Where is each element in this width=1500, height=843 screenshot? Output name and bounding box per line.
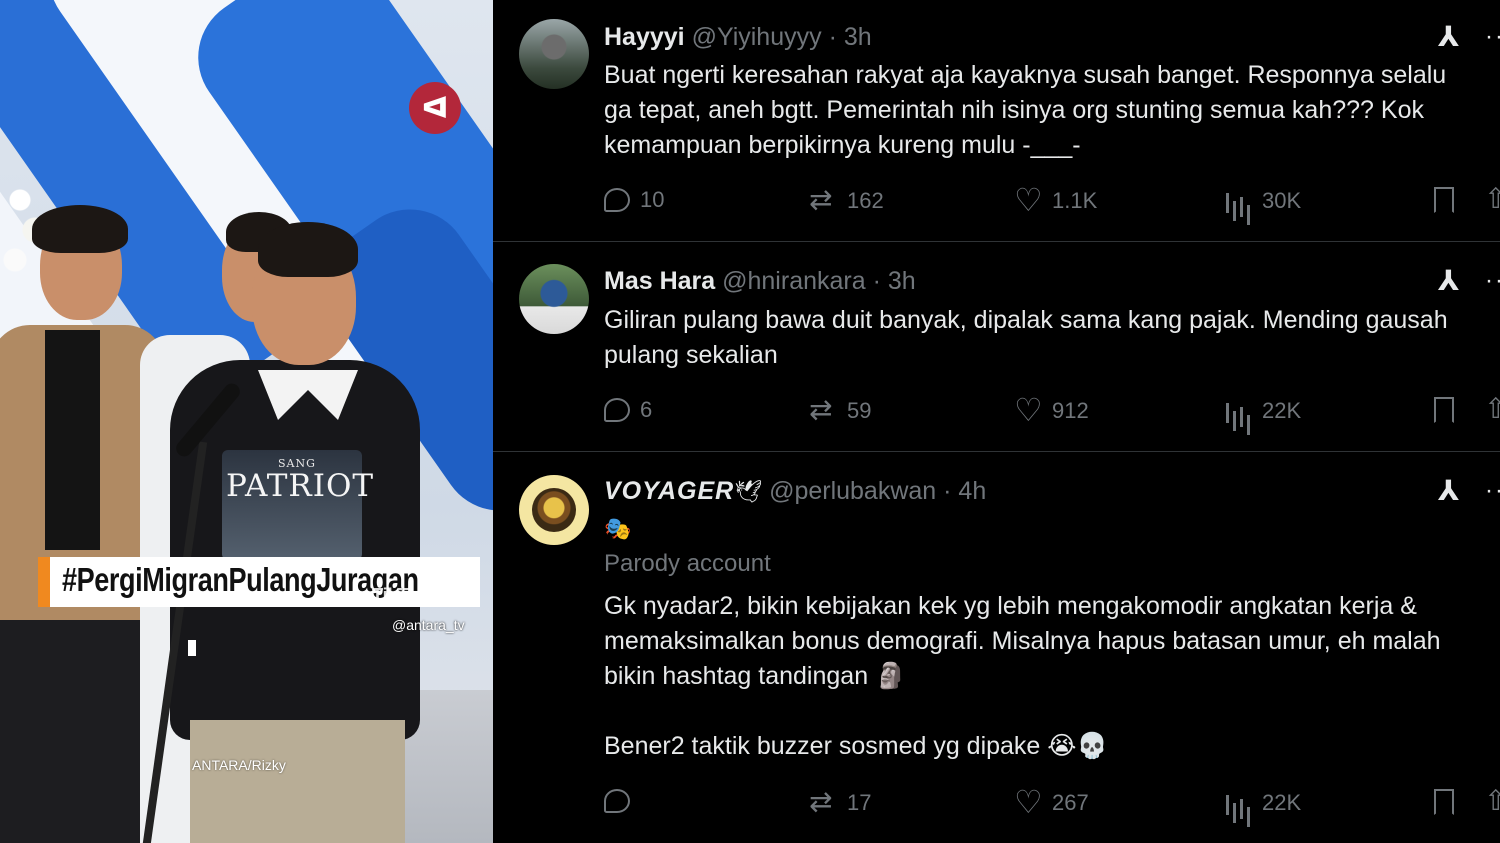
repost-icon [809, 393, 837, 426]
reply-icon [604, 789, 630, 813]
more-icon[interactable]: ··· [1485, 22, 1500, 52]
bookmark-icon [1434, 187, 1454, 213]
tiktok-handle: @antara_tv [392, 617, 465, 633]
tweet-feed: Hayyyi @Yiyihuyyy · 3h ⅄ ··· Buat ngerti… [493, 0, 1500, 843]
more-icon[interactable]: ··· [1485, 266, 1500, 296]
reply-button[interactable]: 10 [604, 187, 664, 213]
bookmark-icon [1434, 397, 1454, 423]
bookmark-button[interactable] [1434, 789, 1454, 815]
share-button[interactable] [1484, 392, 1500, 425]
views-icon [1224, 187, 1252, 215]
reply-button[interactable]: 6 [604, 397, 652, 423]
share-icon [1484, 182, 1500, 215]
share-icon [1484, 784, 1500, 817]
views-count: 22K [1262, 398, 1302, 423]
tweet-text: Buat ngerti keresahan rakyat aja kayakny… [604, 61, 1447, 159]
repost-count: 59 [847, 398, 872, 423]
repost-button[interactable]: 162 [809, 183, 884, 216]
handle-and-time[interactable]: @hnirankara · 3h [722, 267, 916, 295]
avatar[interactable] [519, 19, 589, 89]
like-count: 912 [1052, 398, 1089, 423]
tweet-text: Giliran pulang bawa duit banyak, dipalak… [604, 306, 1448, 369]
like-count: 1.1K [1052, 188, 1098, 213]
grok-icon[interactable]: ⅄ [1438, 476, 1468, 506]
speaker-pants [190, 720, 405, 843]
person-left-shirt [45, 330, 100, 550]
display-name[interactable]: Mas Hara [604, 267, 715, 295]
reply-count: 6 [640, 397, 653, 422]
bio-emoji: 🎭 [604, 516, 632, 541]
person-left-pants [0, 620, 140, 843]
bookmark-icon [1434, 789, 1454, 815]
like-icon [1014, 181, 1043, 219]
repost-button[interactable]: 59 [809, 393, 872, 426]
tweet-text: Gk nyadar2, bikin kebijakan kek yg lebih… [604, 592, 1441, 760]
share-icon [1484, 392, 1500, 425]
like-button[interactable]: 1.1K [1014, 181, 1098, 219]
reply-icon [604, 188, 630, 212]
action-bar: 6 59 912 22K [604, 391, 1500, 429]
tweet[interactable]: Mas Hara @hnirankara · 3h ⅄ ··· Giliran … [493, 242, 1500, 452]
like-button[interactable]: 267 [1014, 783, 1089, 821]
more-icon[interactable]: ··· [1485, 476, 1500, 506]
views-button[interactable]: 22K [1224, 397, 1301, 425]
tweet-header: VOYAGER🕊 @perlubakwan · 4h [604, 476, 986, 507]
tweet-header: Mas Hara @hnirankara · 3h [604, 266, 916, 296]
handle-and-time[interactable]: @Yiyihuyyy · 3h [692, 23, 872, 51]
reply-button[interactable] [604, 789, 640, 813]
bookmark-button[interactable] [1434, 397, 1454, 423]
share-button[interactable] [1484, 784, 1500, 817]
reply-icon [604, 398, 630, 422]
views-count: 30K [1262, 188, 1302, 213]
like-icon [1014, 783, 1043, 821]
caption-cursor [188, 640, 196, 656]
action-bar: 10 162 1.1K 30K [604, 181, 1500, 219]
reply-count: 10 [640, 187, 665, 212]
speaker-hair [258, 222, 358, 277]
dove-emoji: 🕊 [734, 479, 763, 504]
ministry-logo-icon: ᐊ [409, 82, 461, 134]
photo-credit: ANTARA/Rizky [192, 757, 286, 773]
tiktok-watermark: TikTok [372, 585, 429, 605]
views-icon [1224, 789, 1252, 817]
handle-and-time[interactable]: @perlubakwan · 4h [769, 477, 986, 505]
views-count: 22K [1262, 790, 1302, 815]
grok-icon[interactable]: ⅄ [1438, 22, 1468, 52]
person-left-hair [32, 205, 128, 253]
display-name[interactable]: VOYAGER [604, 477, 734, 505]
repost-icon [809, 785, 837, 818]
views-icon [1224, 397, 1252, 425]
parody-label: Parody account [604, 550, 771, 577]
tweet-header: Hayyyi @Yiyihuyyy · 3h [604, 22, 872, 52]
hashtag-text: #PergiMigranPulangJuragan [62, 561, 419, 598]
news-photo: ᐊ SANG PATRIOT #PergiMigranPulangJuragan… [0, 0, 493, 843]
like-button[interactable]: 912 [1014, 391, 1089, 429]
repost-count: 17 [847, 790, 872, 815]
tweet[interactable]: Hayyyi @Yiyihuyyy · 3h ⅄ ··· Buat ngerti… [493, 0, 1500, 242]
tweet[interactable]: VOYAGER🕊 @perlubakwan · 4h ⅄ ··· 🎭 Parod… [493, 452, 1500, 843]
like-icon [1014, 391, 1043, 429]
views-button[interactable]: 22K [1224, 789, 1301, 817]
shirt-text-main: PATRIOT [226, 468, 375, 504]
action-bar: 17 267 22K [604, 783, 1500, 821]
repost-icon [809, 183, 837, 216]
repost-count: 162 [847, 188, 884, 213]
emblem-icon [532, 488, 576, 532]
avatar[interactable] [519, 264, 589, 334]
grok-icon[interactable]: ⅄ [1438, 266, 1468, 296]
share-button[interactable] [1484, 182, 1500, 215]
avatar[interactable] [519, 475, 589, 545]
display-name[interactable]: Hayyyi [604, 23, 685, 51]
bookmark-button[interactable] [1434, 187, 1454, 213]
like-count: 267 [1052, 790, 1089, 815]
views-button[interactable]: 30K [1224, 187, 1301, 215]
repost-button[interactable]: 17 [809, 785, 872, 818]
